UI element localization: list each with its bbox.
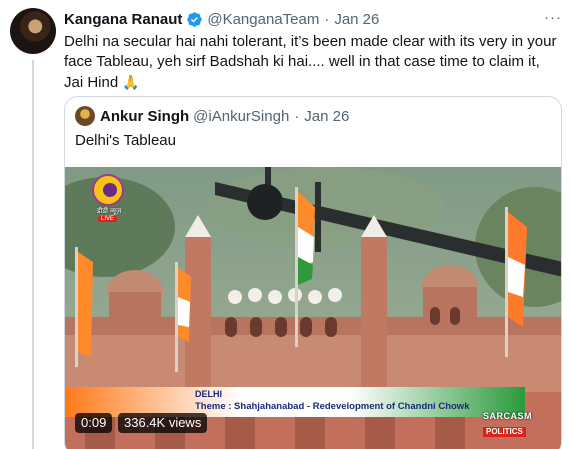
tweet-text: Delhi na secular hai nahi tolerant, it’s…: [64, 32, 562, 93]
ticker-theme: Theme : Shahjahanabad - Redevelopment of…: [195, 401, 470, 412]
watermark: SARCASM POLITICS: [483, 411, 547, 437]
more-icon[interactable]: ···: [544, 9, 562, 26]
author-avatar[interactable]: [10, 8, 56, 54]
channel-logo-disc: [92, 174, 124, 206]
elapsed-time-pill: 0:09: [75, 413, 113, 433]
quoted-header: Ankur Singh @iAnkurSingh · Jan 26: [75, 106, 349, 126]
channel-logo-center: [103, 183, 117, 197]
quoted-tweet[interactable]: Ankur Singh @iAnkurSingh · Jan 26 Delhi'…: [64, 96, 562, 449]
watermark-bottom: POLITICS: [483, 427, 526, 437]
author-name[interactable]: Kangana Ranaut: [64, 11, 182, 28]
quoted-handle: @iAnkurSingh: [193, 107, 290, 125]
folded-hands-emoji: 🙏: [122, 74, 140, 90]
quoted-text: Delhi's Tableau: [75, 132, 176, 149]
tweet-header: Kangana Ranaut @KanganaTeam · Jan 26 ···: [64, 9, 562, 29]
channel-logo: डीडी न्यूज़ LIVE: [90, 174, 128, 222]
live-badge: LIVE: [98, 216, 118, 222]
channel-name-hindi: डीडी न्यूज़: [96, 208, 122, 215]
video-player[interactable]: डीडी न्यूज़ LIVE DELHI Theme : Shahjahan…: [65, 167, 561, 449]
watermark-top: SARCASM: [483, 411, 533, 421]
author-handle[interactable]: @KanganaTeam: [207, 11, 319, 28]
quoted-separator-dot: ·: [294, 107, 300, 125]
separator-dot: ·: [324, 10, 330, 28]
thread-line: [32, 60, 34, 449]
quoted-author-name: Ankur Singh: [100, 107, 190, 125]
quoted-date: Jan 26: [304, 107, 350, 125]
quoted-avatar: [75, 106, 95, 126]
view-count-pill: 336.4K views: [118, 413, 208, 433]
verified-badge-icon: [187, 11, 203, 27]
ticker-city: DELHI: [195, 389, 222, 399]
tweet-date[interactable]: Jan 26: [334, 11, 379, 28]
